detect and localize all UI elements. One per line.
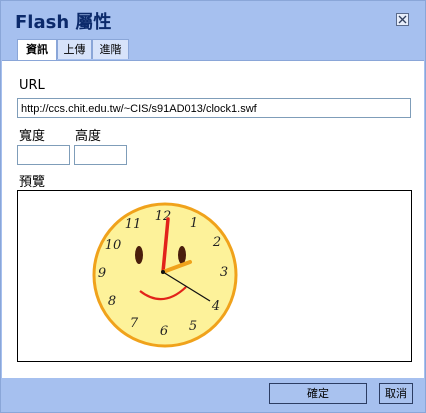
- clock-number-5: 5: [189, 319, 197, 334]
- close-button[interactable]: [396, 13, 409, 26]
- clock-number-6: 6: [160, 324, 168, 339]
- preview-label: 預覽: [19, 175, 46, 190]
- tab-advanced[interactable]: 進階: [92, 39, 129, 59]
- clock-number-2: 2: [212, 235, 221, 250]
- clock-number-7: 7: [130, 316, 139, 331]
- clock-preview: 12 1 2 3 4 5 6 7 8 9 10 11: [92, 202, 238, 348]
- clock-number-4: 4: [211, 299, 220, 314]
- tab-panel: URL http://ccs.chit.edu.tw/~CIS/s91AD013…: [2, 60, 424, 378]
- close-icon: [398, 15, 407, 24]
- height-input[interactable]: [74, 145, 127, 165]
- title-bar[interactable]: Flash 屬性: [1, 1, 425, 37]
- clock-number-8: 8: [108, 294, 116, 309]
- tab-upload[interactable]: 上傳: [57, 39, 92, 59]
- clock-number-1: 1: [190, 216, 198, 231]
- width-input[interactable]: [17, 145, 70, 165]
- url-label: URL: [19, 78, 45, 93]
- flash-properties-dialog: Flash 屬性 資訊 上傳 進階 URL http://ccs.chit.ed…: [0, 0, 426, 413]
- button-bar: 確定 取消: [1, 378, 425, 412]
- height-label: 高度: [75, 129, 102, 144]
- dialog-title: Flash 屬性: [15, 12, 112, 33]
- width-label: 寬度: [19, 129, 46, 144]
- clock-number-11: 11: [125, 217, 142, 232]
- tab-info[interactable]: 資訊: [17, 39, 57, 61]
- preview-area: 12 1 2 3 4 5 6 7 8 9 10 11: [17, 190, 412, 362]
- clock-number-3: 3: [220, 265, 228, 280]
- cancel-button[interactable]: 取消: [379, 383, 413, 404]
- clock-number-10: 10: [105, 238, 122, 253]
- url-input[interactable]: http://ccs.chit.edu.tw/~CIS/s91AD013/clo…: [17, 98, 411, 118]
- clock-number-9: 9: [98, 266, 106, 281]
- ok-button[interactable]: 確定: [269, 383, 367, 404]
